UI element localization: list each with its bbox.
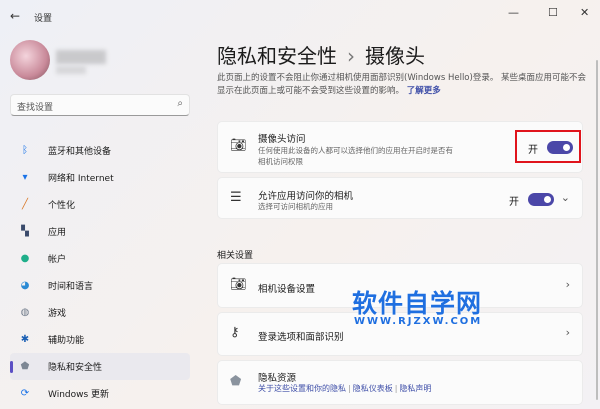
search-placeholder: 查找设置: [17, 103, 54, 113]
app-access-subtitle: 选择可访问相机的应用: [258, 202, 333, 211]
sidebar-item-label: 时间和语言: [48, 282, 94, 292]
related-settings-heading: 相关设置: [217, 251, 254, 261]
camera-icon: 📷︎: [230, 138, 247, 153]
title-bar: ← 设置 — ☐ ✕: [0, 0, 600, 32]
sidebar-item-label: 应用: [48, 228, 67, 238]
watermark-title: 软件自学网: [352, 289, 483, 318]
camera-icon: 📷︎: [230, 277, 247, 292]
sidebar-item-label: 游戏: [48, 309, 67, 319]
update-icon: ⟳: [20, 388, 30, 399]
brush-icon: ╱: [21, 199, 29, 210]
search-icon: ⌕: [177, 98, 183, 109]
app-access-state: 开: [509, 197, 519, 208]
scrollbar[interactable]: [596, 60, 598, 400]
breadcrumb-separator: ›: [347, 44, 355, 68]
chevron-down-icon[interactable]: ⌄: [561, 191, 570, 204]
sidebar-item-label: 蓝牙和其他设备: [48, 147, 112, 157]
sidebar-item[interactable]: ◕ 时间和语言: [10, 272, 190, 299]
privacy-link-about[interactable]: 关于这些设置和你的隐私: [258, 384, 346, 393]
camera-access-title: 摄像头访问: [258, 134, 306, 145]
learn-more-link[interactable]: 了解更多: [407, 86, 441, 96]
watermark-url: WWW.RJZXW.COM: [354, 316, 483, 327]
sidebar-item[interactable]: ● 帐户: [10, 245, 190, 272]
sidebar-item-label: 隐私和安全性: [48, 363, 103, 373]
user-name-blurred: [56, 50, 106, 64]
search-input[interactable]: 查找设置 ⌕: [10, 94, 190, 116]
highlight-box: [515, 130, 581, 163]
globe-clock-icon: ◕: [20, 280, 30, 291]
sidebar-item[interactable]: ╱ 个性化: [10, 191, 190, 218]
sidebar-item-label: 帐户: [48, 255, 67, 265]
apps-icon: ▚: [21, 226, 29, 237]
chevron-right-icon: ›: [565, 278, 570, 291]
privacy-title: 隐私资源: [258, 373, 297, 384]
sidebar-nav: ᛒ 蓝牙和其他设备 ▾ 网络和 Internet ╱ 个性化 ▚ 应用 ● 帐户 ◕ 时间和语言 ◍ 游戏…: [10, 137, 190, 407]
user-email-blurred: [56, 66, 86, 74]
wifi-icon: ▾: [22, 172, 28, 183]
list-icon: ☰: [230, 190, 242, 205]
app-access-card[interactable]: ☰ 允许应用访问你的相机 选择可访问相机的应用 开 ⌄: [217, 177, 583, 219]
app-access-toggle[interactable]: [528, 193, 554, 206]
sidebar-item[interactable]: ▚ 应用: [10, 218, 190, 245]
sidebar-item[interactable]: ▾ 网络和 Internet: [10, 164, 190, 191]
sidebar-item[interactable]: ◍ 游戏: [10, 299, 190, 326]
sidebar-item[interactable]: ⟳ Windows 更新: [10, 380, 190, 407]
minimize-button[interactable]: —: [508, 6, 519, 19]
description-text: 此页面上的设置不会阻止你通过相机使用面部识别(Windows Hello)登录。…: [217, 73, 587, 96]
app-access-title: 允许应用访问你的相机: [258, 191, 354, 202]
accessibility-icon: ✱: [20, 334, 30, 345]
related-title: 登录选项和面部识别: [258, 332, 344, 343]
privacy-link-dashboard[interactable]: 隐私仪表板: [353, 384, 393, 393]
sidebar-item-label: Windows 更新: [48, 390, 110, 400]
sidebar-item[interactable]: ⬟ 隐私和安全性: [10, 353, 190, 380]
related-title: 相机设备设置: [258, 284, 316, 295]
avatar[interactable]: [10, 40, 50, 80]
sidebar-item[interactable]: ✱ 辅助功能: [10, 326, 190, 353]
breadcrumb-current: 摄像头: [365, 44, 425, 68]
app-title: 设置: [34, 14, 53, 24]
gamepad-icon: ◍: [20, 307, 30, 318]
chevron-right-icon: ›: [565, 326, 570, 339]
key-icon: ⚷: [230, 325, 240, 340]
camera-access-subtitle: 任何使用此设备的人都可以选择他们的应用在开启时是否有相机访问权限: [258, 146, 453, 166]
page-title: 隐私和安全性 › 摄像头: [217, 40, 425, 69]
bluetooth-icon: ᛒ: [22, 145, 28, 156]
sidebar-item-label: 网络和 Internet: [48, 174, 114, 184]
privacy-link-statement[interactable]: 隐私声明: [399, 384, 431, 393]
sidebar-item-label: 个性化: [48, 201, 76, 211]
back-button[interactable]: ←: [10, 9, 20, 23]
breadcrumb-parent[interactable]: 隐私和安全性: [217, 44, 337, 68]
close-button[interactable]: ✕: [580, 6, 589, 19]
privacy-links: 关于这些设置和你的隐私 | 隐私仪表板 | 隐私声明: [258, 384, 432, 393]
account-icon: ●: [20, 253, 30, 264]
page-description: 此页面上的设置不会阻止你通过相机使用面部识别(Windows Hello)登录。…: [217, 72, 587, 98]
shield-icon: ⬟: [230, 374, 242, 389]
shield-icon: ⬟: [20, 361, 30, 372]
privacy-resources-card: ⬟ 隐私资源 关于这些设置和你的隐私 | 隐私仪表板 | 隐私声明: [217, 360, 583, 405]
sidebar-item-label: 辅助功能: [48, 336, 85, 346]
sidebar-item[interactable]: ᛒ 蓝牙和其他设备: [10, 137, 190, 164]
maximize-button[interactable]: ☐: [548, 6, 558, 19]
